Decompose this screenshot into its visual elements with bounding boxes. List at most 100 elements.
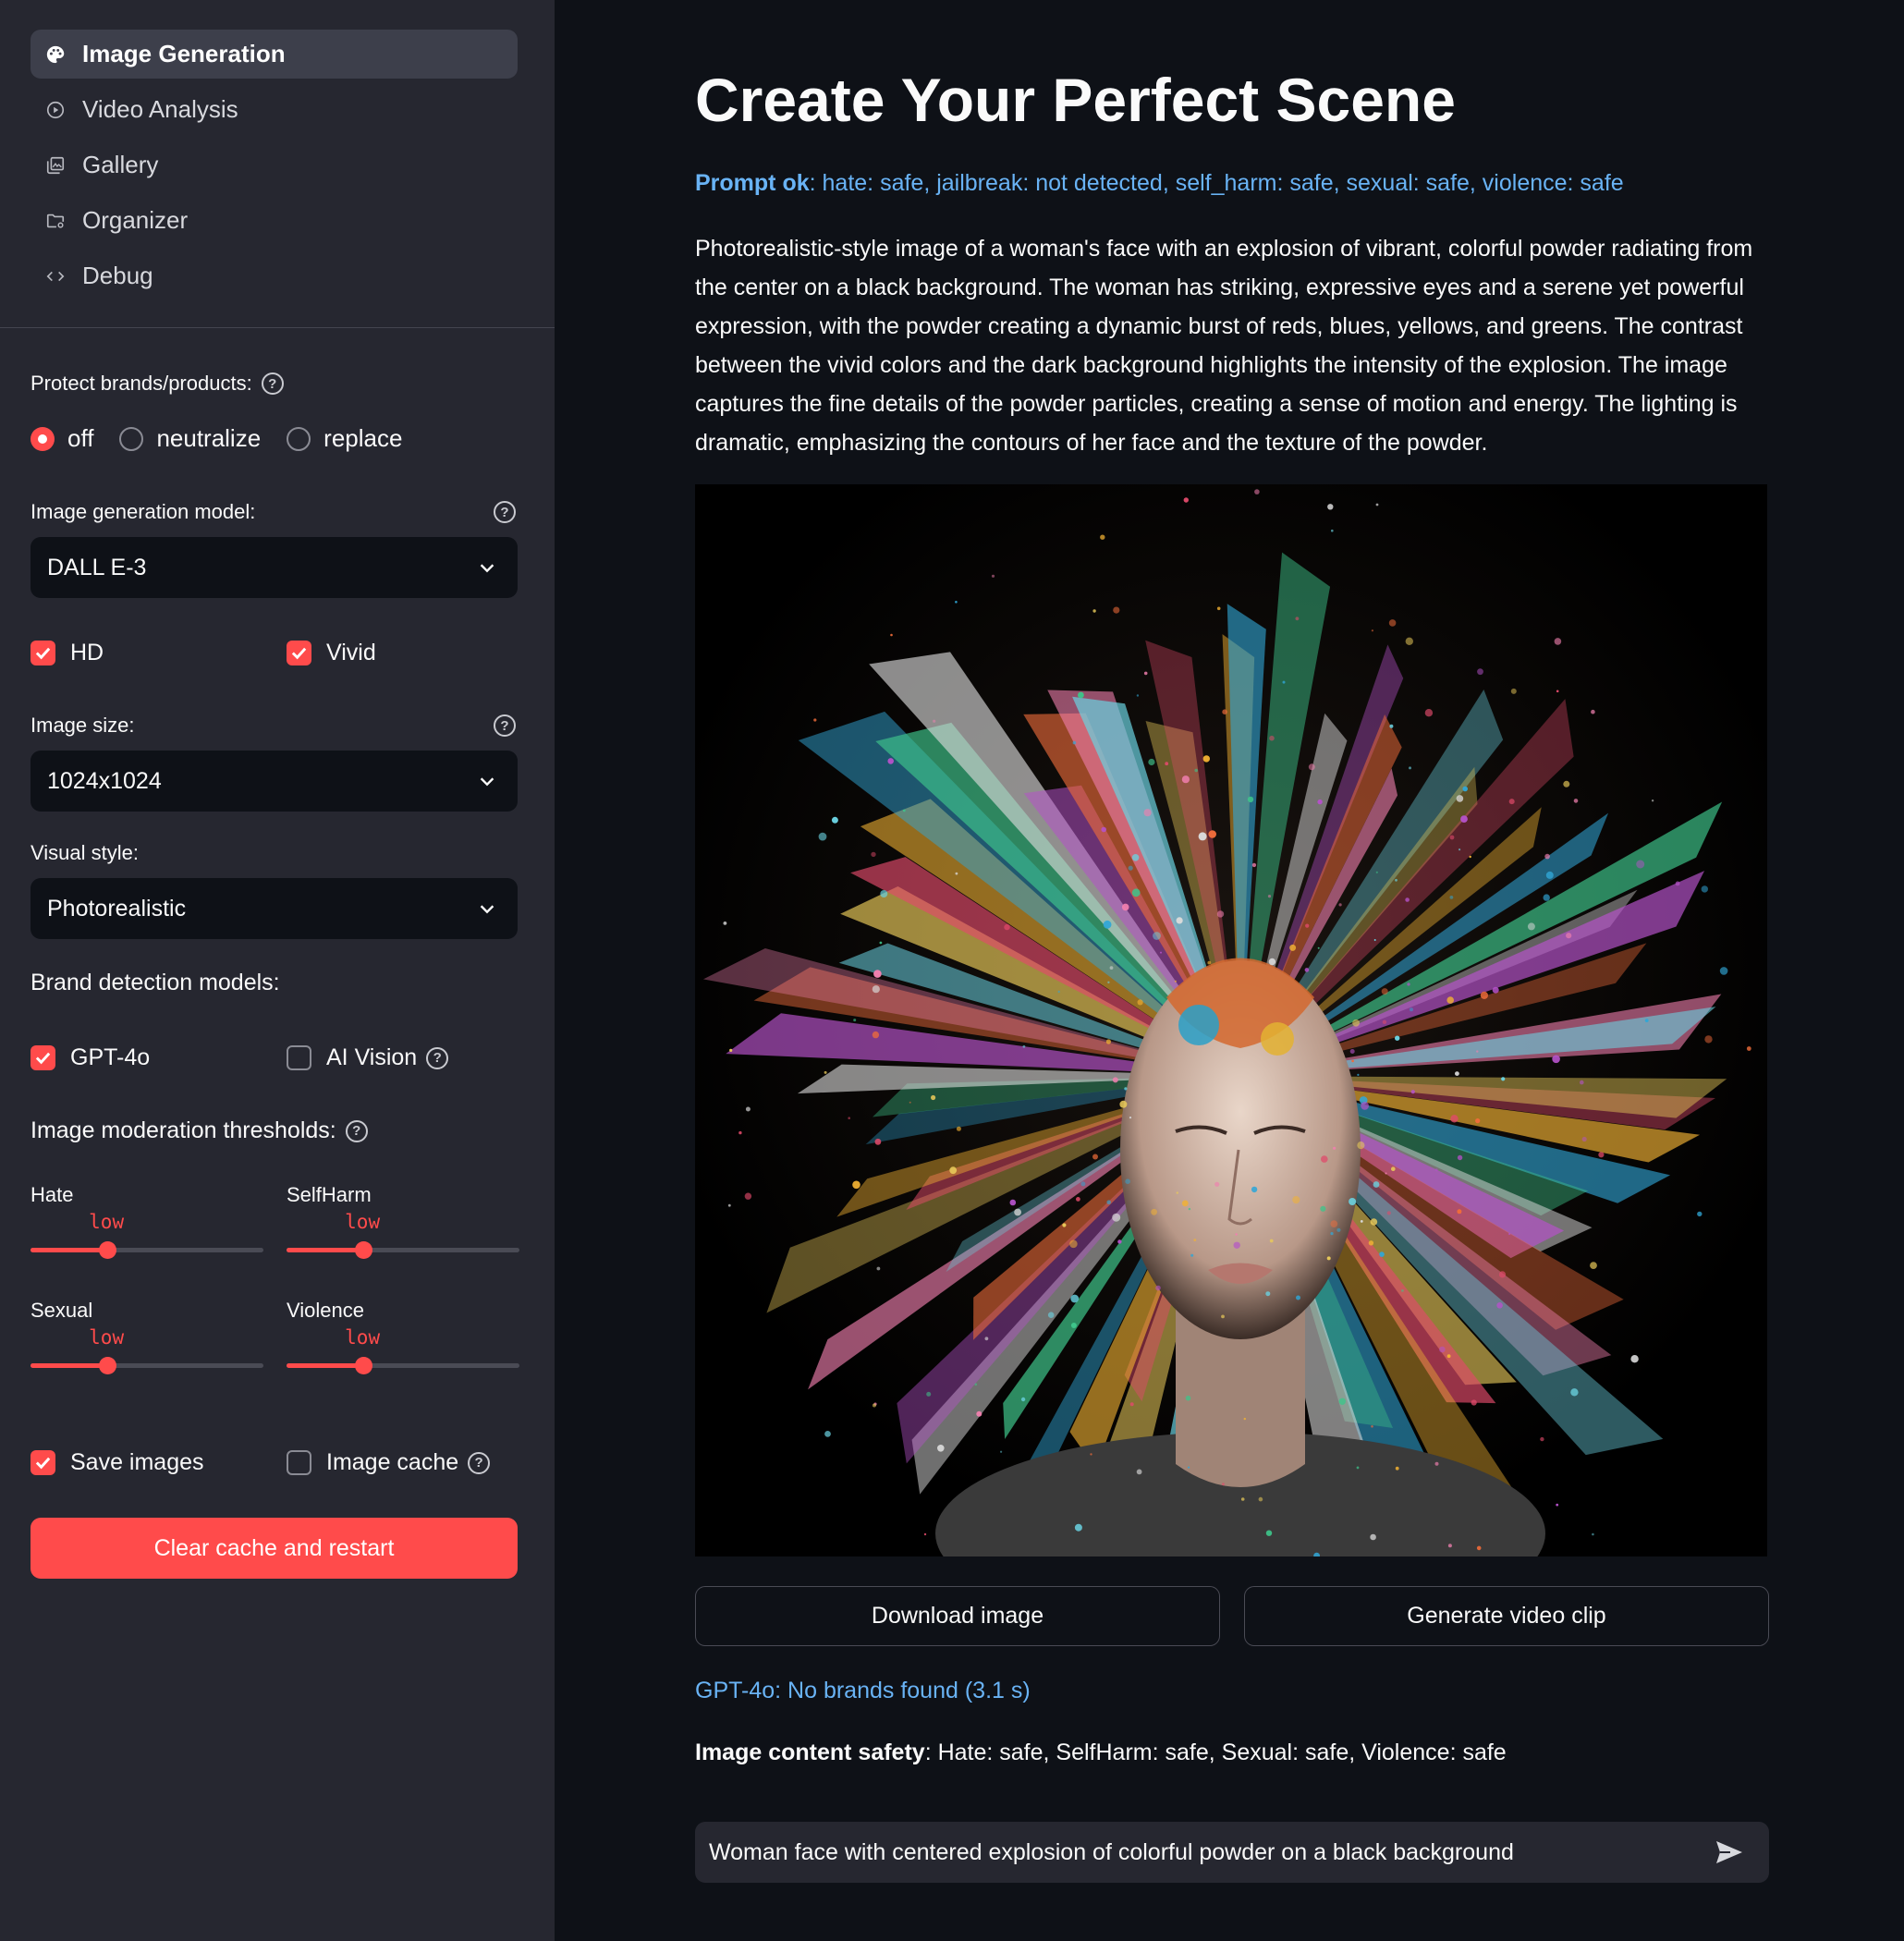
radio-label: replace <box>323 424 403 452</box>
sidebar: Image Generation Video Analysis Gallery … <box>0 0 555 1941</box>
powder-particle <box>1371 629 1373 632</box>
checkbox-label: HD <box>70 640 104 665</box>
violence-slider[interactable]: Violence low <box>287 1299 519 1374</box>
powder-particle <box>1057 990 1060 994</box>
powder-particle <box>1336 1227 1341 1232</box>
powder-particle <box>1368 1240 1374 1246</box>
slider-fill <box>287 1363 364 1368</box>
slider-thumb[interactable] <box>99 1241 117 1259</box>
nav-item-video-analysis[interactable]: Video Analysis <box>31 85 518 134</box>
slider-name: SelfHarm <box>287 1183 372 1206</box>
slider-thumb[interactable] <box>355 1241 373 1259</box>
powder-particle <box>1047 1312 1055 1318</box>
powder-particle <box>1181 1200 1189 1207</box>
slider-track[interactable] <box>287 1241 519 1259</box>
powder-particle <box>974 1383 978 1386</box>
help-icon[interactable]: ? <box>494 714 516 737</box>
powder-particle <box>1361 1102 1369 1110</box>
nav-item-gallery[interactable]: Gallery <box>31 140 518 189</box>
powder-particle <box>744 1192 752 1200</box>
model-label: Image generation model: <box>31 500 255 524</box>
radio-neutralize[interactable]: neutralize <box>119 424 261 453</box>
powder-particle <box>873 970 882 978</box>
powder-particle <box>1424 709 1434 717</box>
nav-item-image-generation[interactable]: Image Generation <box>31 30 518 79</box>
powder-particle <box>1269 1239 1274 1243</box>
powder-particle <box>1070 1323 1077 1328</box>
chevron-down-icon <box>480 905 494 914</box>
powder-particle <box>1131 854 1140 861</box>
powder-particle <box>1405 897 1410 902</box>
powder-particle <box>1330 1220 1338 1227</box>
powder-particle <box>1349 1049 1355 1054</box>
download-image-button[interactable]: Download image <box>695 1586 1220 1646</box>
style-label: Visual style: <box>31 841 139 865</box>
powder-particle <box>1508 799 1515 805</box>
powder-particle <box>1395 1466 1399 1471</box>
nav-item-debug[interactable]: Debug <box>31 251 518 300</box>
gpt4o-checkbox[interactable]: GPT-4o <box>31 1044 150 1071</box>
slider-thumb[interactable] <box>99 1357 117 1374</box>
image-cache-checkbox[interactable]: Image cache ? <box>287 1449 491 1476</box>
help-icon[interactable]: ? <box>345 1119 368 1142</box>
powder-particle <box>1131 888 1141 897</box>
safety-text: : Hate: safe, SelfHarm: safe, Sexual: sa… <box>924 1740 1507 1765</box>
slider-thumb[interactable] <box>355 1357 373 1374</box>
powder-particle <box>1153 932 1161 940</box>
powder-particle <box>1704 1035 1713 1044</box>
powder-particle <box>1360 1220 1363 1223</box>
aivision-checkbox[interactable]: AI Vision ? <box>287 1044 449 1071</box>
slider-track[interactable] <box>287 1357 519 1374</box>
check-icon <box>291 647 307 660</box>
powder-particle <box>926 1391 932 1397</box>
radio-off[interactable]: off <box>31 424 93 453</box>
powder-particle <box>1188 1207 1191 1211</box>
powder-particle <box>729 1048 733 1052</box>
size-select[interactable]: 1024x1024 <box>31 751 518 812</box>
powder-particle <box>1459 848 1461 851</box>
powder-particle <box>955 872 958 875</box>
vivid-checkbox[interactable]: Vivid <box>287 640 376 666</box>
powder-particle <box>1136 1469 1142 1475</box>
powder-particle <box>1570 1388 1579 1397</box>
nav-item-organizer[interactable]: Organizer <box>31 196 518 245</box>
save-images-checkbox[interactable]: Save images <box>31 1449 204 1476</box>
help-icon[interactable]: ? <box>468 1451 491 1474</box>
powder-particle <box>1143 671 1148 676</box>
help-icon[interactable]: ? <box>261 372 284 395</box>
powder-particle <box>1268 958 1276 966</box>
powder-particle <box>1119 1100 1128 1108</box>
generate-video-button[interactable]: Generate video clip <box>1244 1586 1769 1646</box>
radio-replace[interactable]: replace <box>287 424 402 453</box>
slider-track[interactable] <box>31 1241 263 1259</box>
powder-particle <box>1449 896 1454 899</box>
sexual-slider[interactable]: Sexual low <box>31 1299 263 1374</box>
selfharm-slider[interactable]: SelfHarm low <box>287 1183 519 1259</box>
slider-fill <box>31 1363 108 1368</box>
clear-cache-button[interactable]: Clear cache and restart <box>31 1518 518 1579</box>
powder-particle <box>1379 1251 1385 1257</box>
style-select[interactable]: Photorealistic <box>31 878 518 939</box>
powder-particle <box>1447 1544 1452 1548</box>
prompt-input[interactable]: Woman face with centered explosion of co… <box>695 1822 1769 1883</box>
powder-particle <box>1004 923 1010 931</box>
help-icon[interactable]: ? <box>426 1046 449 1069</box>
powder-particle <box>1305 923 1310 928</box>
send-icon[interactable] <box>1715 1840 1743 1864</box>
powder-particle <box>1143 809 1152 817</box>
powder-particle <box>1457 1209 1462 1215</box>
model-select[interactable]: DALL E-3 <box>31 537 518 598</box>
powder-particle <box>1137 999 1143 1006</box>
powder-particle <box>1317 799 1323 805</box>
powder-particle <box>1194 768 1198 773</box>
powder-particle <box>1022 1044 1026 1048</box>
slider-track[interactable] <box>31 1357 263 1374</box>
checkbox-box <box>287 1450 311 1475</box>
powder-particle <box>1176 917 1183 924</box>
hate-slider[interactable]: Hate low <box>31 1183 263 1259</box>
hd-checkbox[interactable]: HD <box>31 640 104 666</box>
prompt-status: Prompt ok: hate: safe, jailbreak: not de… <box>695 170 1624 197</box>
powder-particle <box>1581 1136 1587 1142</box>
help-icon[interactable]: ? <box>494 501 516 523</box>
powder-particle <box>1251 862 1257 868</box>
